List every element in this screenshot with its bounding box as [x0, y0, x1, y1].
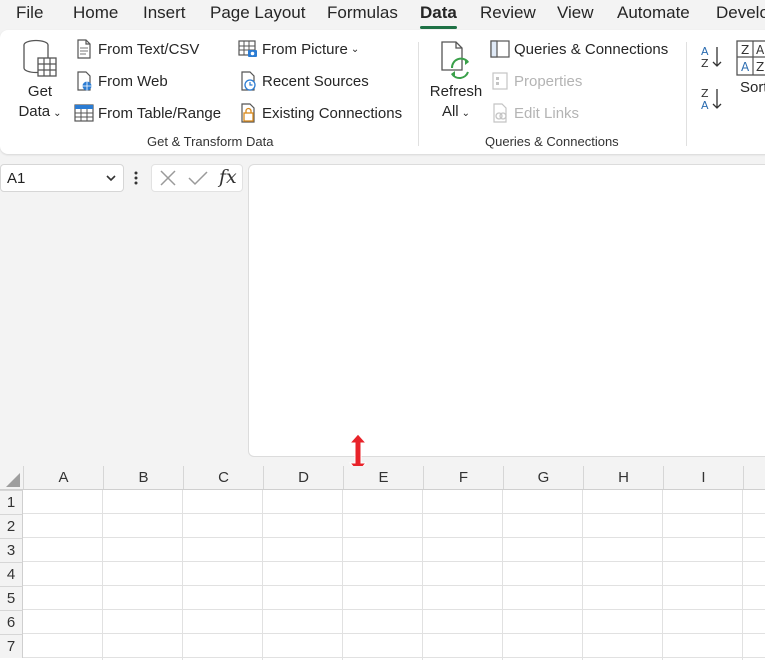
get-data-label-1: Get [27, 83, 53, 100]
menu-home[interactable]: Home [73, 2, 118, 24]
from-text-csv-button[interactable]: From Text/CSV [74, 39, 199, 59]
column-header-e[interactable]: E [343, 466, 423, 489]
web-file-icon [77, 71, 92, 91]
from-picture-label: From Picture [262, 40, 348, 58]
properties-label: Properties [514, 72, 583, 90]
insert-function-icon[interactable]: fx [219, 166, 237, 188]
from-text-csv-label: From Text/CSV [98, 40, 200, 58]
column-header-j[interactable] [743, 466, 765, 489]
refresh-all-label-1: Refresh [429, 83, 483, 100]
queries-pane-icon [490, 40, 510, 58]
existing-connections-label: Existing Connections [262, 104, 403, 122]
refresh-all-label-2: All ⌄ [441, 103, 471, 120]
menu-file[interactable]: File [16, 2, 43, 24]
menu-page-layout[interactable]: Page Layout [210, 2, 305, 24]
table-icon [74, 104, 94, 122]
recent-sources-label: Recent Sources [262, 72, 369, 90]
database-icon [23, 39, 57, 77]
chevron-down-icon[interactable] [105, 169, 117, 190]
existing-connections-icon [241, 103, 255, 123]
enter-icon[interactable] [187, 168, 209, 193]
row-header-2[interactable]: 2 [0, 514, 23, 538]
chevron-down-icon: ⌄ [53, 108, 62, 119]
column-header-c[interactable]: C [183, 466, 263, 489]
properties-icon [492, 72, 508, 90]
sort-ascending-icon: A Z [701, 45, 722, 70]
name-box[interactable]: A1 [0, 164, 124, 192]
sort-dialog-icon: Z A A Z [736, 40, 765, 76]
menu-formulas[interactable]: Formulas [327, 2, 398, 24]
svg-text:A: A [756, 43, 765, 57]
column-header-b[interactable]: B [103, 466, 183, 489]
active-tab-indicator [420, 26, 457, 29]
group-separator [686, 42, 687, 146]
recent-sources-button[interactable]: Recent Sources [238, 71, 369, 91]
sort-label: Sort [740, 79, 765, 96]
svg-text:Z: Z [701, 57, 709, 70]
group-label-get-transform: Get & Transform Data [147, 134, 274, 149]
row-header-7[interactable]: 7 [0, 634, 23, 658]
column-header-i[interactable]: I [663, 466, 743, 489]
edit-links-label: Edit Links [514, 104, 580, 122]
column-header-row: A B C D E F G H I [0, 466, 765, 490]
name-box-value: A1 [7, 170, 26, 187]
column-header-f[interactable]: F [423, 466, 503, 489]
sort-z-to-a-button[interactable]: Z A [700, 86, 724, 112]
menu-data[interactable]: Data [420, 2, 457, 24]
column-header-h[interactable]: H [583, 466, 663, 489]
menu-bar: File Home Insert Page Layout Formulas Da… [0, 0, 765, 29]
get-data-button[interactable]: Get Data ⌄ [14, 38, 66, 124]
chevron-down-icon: ⌄ [461, 108, 471, 119]
worksheet-grid[interactable]: A B C D E F G H I 1 2 3 4 5 6 7 [0, 466, 765, 660]
sort-a-to-z-button[interactable]: A Z [700, 44, 724, 70]
from-web-button[interactable]: From Web [74, 71, 168, 91]
recent-sources-icon [241, 71, 256, 91]
chevron-down-icon: ⌄ [350, 43, 360, 55]
ribbon: Get Data ⌄ From Text/CSV From Web From Ta… [0, 30, 765, 154]
svg-text:Z: Z [756, 60, 764, 74]
text-file-icon [77, 39, 91, 59]
more-options-icon[interactable] [132, 168, 140, 188]
row-header-5[interactable]: 5 [0, 586, 23, 610]
menu-review[interactable]: Review [480, 2, 536, 24]
row-header-4[interactable]: 4 [0, 562, 23, 586]
formula-buttons: fx [151, 164, 243, 192]
from-web-label: From Web [98, 72, 168, 90]
refresh-all-button[interactable]: Refresh All ⌄ [428, 40, 484, 124]
svg-text:Z: Z [741, 43, 749, 57]
column-header-g[interactable]: G [503, 466, 583, 489]
properties-button[interactable]: Properties [490, 71, 582, 91]
edit-links-icon [493, 103, 507, 123]
row-header-6[interactable]: 6 [0, 610, 23, 634]
svg-text:A: A [701, 99, 709, 112]
from-picture-button[interactable]: From Picture ⌄ [238, 39, 359, 59]
picture-table-icon [238, 40, 257, 57]
menu-view[interactable]: View [557, 2, 594, 24]
menu-developer[interactable]: Develo [716, 2, 765, 24]
column-header-d[interactable]: D [263, 466, 343, 489]
group-separator [418, 42, 419, 146]
from-table-range-label: From Table/Range [98, 104, 222, 122]
refresh-icon [441, 41, 469, 79]
queries-connections-button[interactable]: Queries & Connections [490, 39, 668, 59]
queries-connections-label: Queries & Connections [514, 40, 669, 58]
from-table-range-button[interactable]: From Table/Range [74, 103, 221, 123]
row-header-1[interactable]: 1 [0, 490, 23, 514]
formula-input[interactable] [248, 164, 765, 457]
select-all-icon[interactable] [0, 466, 23, 490]
existing-connections-button[interactable]: Existing Connections [238, 103, 402, 123]
svg-text:A: A [741, 60, 750, 74]
cancel-icon[interactable] [158, 168, 178, 193]
row-header-3[interactable]: 3 [0, 538, 23, 562]
sort-descending-icon: Z A [701, 87, 722, 112]
sort-button[interactable]: Z A A Z Sort [736, 40, 765, 98]
column-header-a[interactable]: A [23, 466, 103, 489]
cell-area[interactable] [23, 490, 765, 660]
menu-automate[interactable]: Automate [617, 2, 690, 24]
group-label-queries: Queries & Connections [485, 134, 619, 149]
menu-insert[interactable]: Insert [143, 2, 186, 24]
get-data-label-2: Data ⌄ [18, 103, 62, 120]
edit-links-button[interactable]: Edit Links [490, 103, 579, 123]
